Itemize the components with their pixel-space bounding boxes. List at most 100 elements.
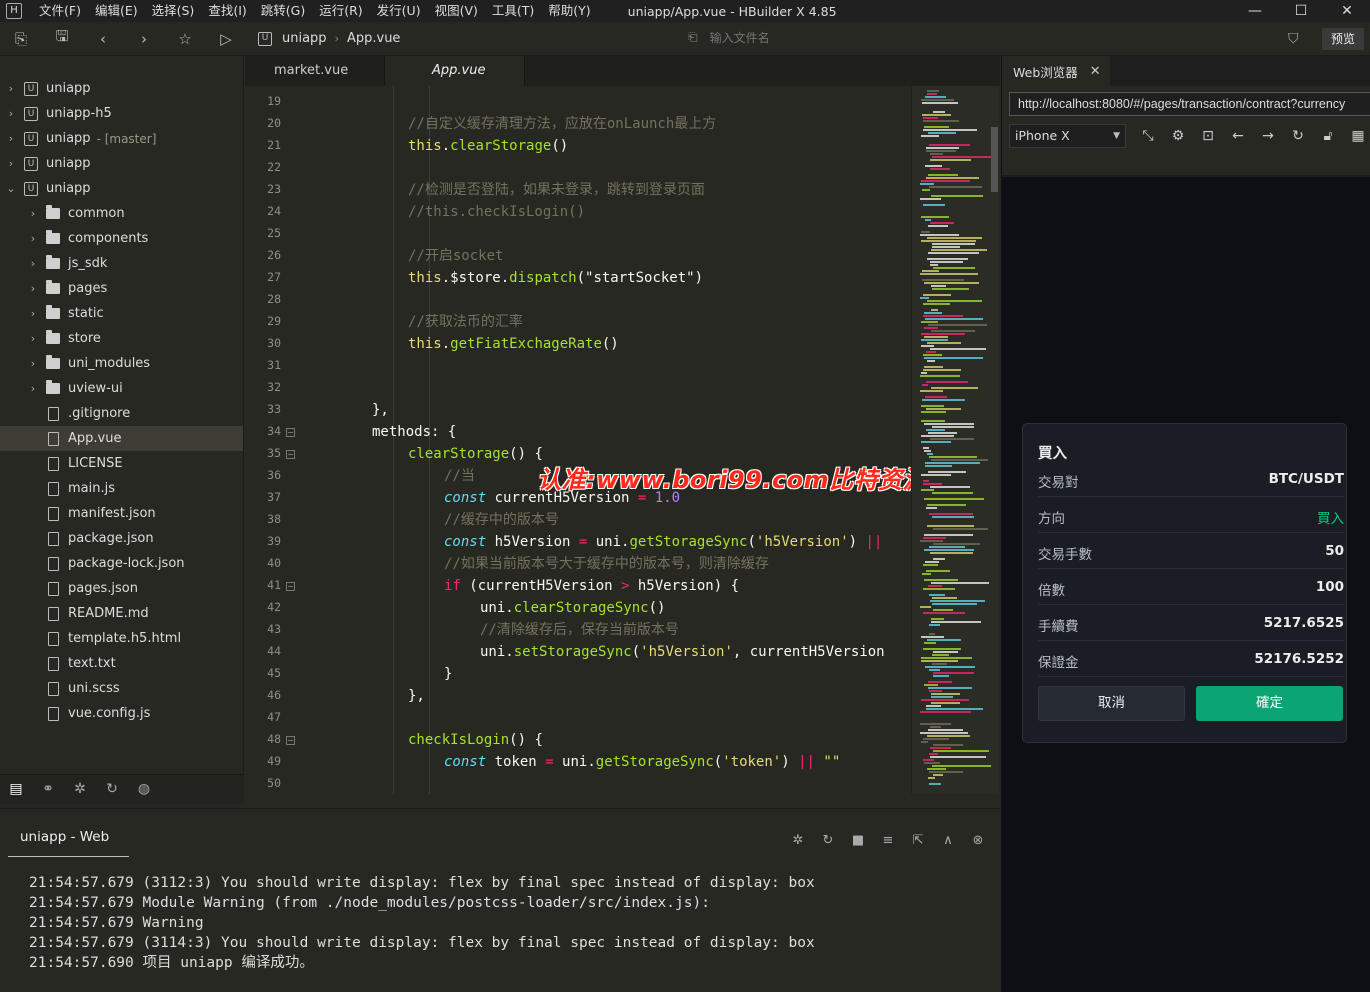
minimize-icon[interactable]: — bbox=[1232, 0, 1278, 22]
plugin-icon[interactable]: ⚭ bbox=[39, 781, 57, 799]
tree-file[interactable]: template.h5.html bbox=[0, 626, 243, 651]
fold-toggle-icon[interactable]: − bbox=[286, 736, 295, 745]
preview-button[interactable]: 预览 bbox=[1322, 28, 1364, 50]
menu-item[interactable]: 查找(I) bbox=[201, 0, 253, 22]
settings-icon[interactable]: ⚙ bbox=[1168, 126, 1188, 146]
tree-file[interactable]: main.js bbox=[0, 476, 243, 501]
maximize-icon[interactable]: ☐ bbox=[1278, 0, 1324, 22]
tree-folder[interactable]: › store bbox=[0, 326, 243, 351]
chevron-right-icon[interactable]: › bbox=[26, 332, 40, 345]
rotate-icon[interactable]: ⤡ bbox=[1138, 126, 1158, 146]
tree-file[interactable]: manifest.json bbox=[0, 501, 243, 526]
chevron-right-icon[interactable]: › bbox=[4, 107, 18, 120]
console-tab[interactable]: uniapp - Web bbox=[8, 829, 129, 857]
back-icon[interactable]: ← bbox=[1228, 126, 1248, 146]
chevron-right-icon[interactable]: › bbox=[4, 157, 18, 170]
devtools-icon[interactable]: ⊡ bbox=[1198, 126, 1218, 146]
editor-tab[interactable]: market.vue bbox=[245, 56, 385, 86]
chevron-right-icon[interactable]: › bbox=[26, 357, 40, 370]
code-area[interactable]: 认准:www.bori99.com比特资源网 //自定义缓存清理方法，应放在on… bbox=[301, 86, 911, 794]
tree-project[interactable]: › Uuniapp-h5 bbox=[0, 101, 243, 126]
cloud-icon[interactable]: ◍ bbox=[135, 781, 153, 799]
chevron-right-icon[interactable]: › bbox=[26, 282, 40, 295]
tree-file[interactable]: package.json bbox=[0, 526, 243, 551]
chevron-right-icon[interactable]: › bbox=[26, 307, 40, 320]
menu-item[interactable]: 编辑(E) bbox=[88, 0, 145, 22]
breadcrumb-project[interactable]: uniapp bbox=[282, 31, 327, 46]
menu-item[interactable]: 选择(S) bbox=[145, 0, 202, 22]
tree-folder[interactable]: › uview-ui bbox=[0, 376, 243, 401]
tree-file[interactable]: text.txt bbox=[0, 651, 243, 676]
tree-project[interactable]: › Uuniapp bbox=[0, 76, 243, 101]
fold-toggle-icon[interactable]: − bbox=[286, 582, 295, 591]
chevron-right-icon[interactable]: › bbox=[26, 232, 40, 245]
tree-project[interactable]: › Uuniapp bbox=[0, 151, 243, 176]
forward-icon[interactable]: › bbox=[134, 29, 154, 49]
menu-item[interactable]: 文件(F) bbox=[32, 0, 88, 22]
tree-folder[interactable]: › uni_modules bbox=[0, 351, 243, 376]
cancel-button[interactable]: 取消 bbox=[1038, 686, 1185, 721]
confirm-button[interactable]: 確定 bbox=[1196, 686, 1343, 721]
open-external-icon[interactable]: ⇱ bbox=[908, 833, 928, 848]
back-icon[interactable]: ‹ bbox=[93, 29, 113, 49]
clear-icon[interactable]: ⊗ bbox=[968, 833, 988, 848]
fold-toggle-icon[interactable]: − bbox=[286, 428, 295, 437]
close-icon[interactable]: ✕ bbox=[1324, 0, 1370, 22]
tree-file[interactable]: uni.scss bbox=[0, 676, 243, 701]
tree-file[interactable]: LICENSE bbox=[0, 451, 243, 476]
tree-file[interactable]: README.md bbox=[0, 601, 243, 626]
chevron-right-icon[interactable]: › bbox=[4, 82, 18, 95]
source-control-icon[interactable]: ↻ bbox=[103, 781, 121, 799]
tree-folder[interactable]: › static bbox=[0, 301, 243, 326]
menu-item[interactable]: 发行(U) bbox=[370, 0, 428, 22]
editor-tab[interactable]: App.vue bbox=[385, 56, 525, 86]
minimap[interactable] bbox=[911, 86, 999, 794]
filter-icon[interactable]: ⛉ bbox=[1288, 31, 1299, 47]
lock-icon[interactable]: 🔓︎ bbox=[1318, 126, 1338, 146]
project-manager-icon[interactable]: ▤ bbox=[7, 781, 25, 799]
save-icon[interactable]: 🖫 bbox=[52, 27, 72, 49]
star-icon[interactable]: ☆ bbox=[175, 29, 195, 49]
url-input[interactable]: http://localhost:8080/#/pages/transactio… bbox=[1009, 92, 1370, 116]
code-editor[interactable]: 19 20 21 22 23 24 25 26 27 28 29 30 31 32 33 34−35−36 37… bbox=[245, 86, 1000, 794]
browser-tab[interactable]: Web浏览器 ✕ bbox=[1002, 56, 1110, 86]
fold-toggle-icon[interactable]: − bbox=[286, 450, 295, 459]
tree-file[interactable]: package-lock.json bbox=[0, 551, 243, 576]
tree-file[interactable]: vue.config.js bbox=[0, 701, 243, 726]
file-search-input[interactable] bbox=[709, 30, 910, 45]
chevron-right-icon[interactable]: › bbox=[26, 382, 40, 395]
new-file-icon[interactable]: ⎘ bbox=[11, 29, 31, 49]
tree-file[interactable]: .gitignore bbox=[0, 401, 243, 426]
menu-item[interactable]: 运行(R) bbox=[312, 0, 369, 22]
qrcode-icon[interactable]: ▦ bbox=[1348, 126, 1368, 146]
chevron-right-icon[interactable]: › bbox=[26, 257, 40, 270]
menu-item[interactable]: 工具(T) bbox=[485, 0, 541, 22]
run-icon[interactable]: ▷ bbox=[216, 29, 236, 49]
chevron-down-icon[interactable]: ⌄ bbox=[4, 182, 18, 195]
tree-file[interactable]: pages.json bbox=[0, 576, 243, 601]
chevron-right-icon[interactable]: › bbox=[4, 132, 18, 145]
collapse-icon[interactable]: ∧ bbox=[938, 833, 958, 848]
stop-icon[interactable]: ■ bbox=[848, 833, 868, 848]
restart-icon[interactable]: ↻ bbox=[818, 833, 838, 848]
tree-file[interactable]: App.vue bbox=[0, 426, 243, 451]
chevron-right-icon[interactable]: › bbox=[26, 207, 40, 220]
tree-folder[interactable]: › js_sdk bbox=[0, 251, 243, 276]
tree-folder[interactable]: › common bbox=[0, 201, 243, 226]
menu-item[interactable]: 帮助(Y) bbox=[541, 0, 597, 22]
close-icon[interactable]: ✕ bbox=[1090, 64, 1101, 79]
debug-icon[interactable]: ✲ bbox=[71, 781, 89, 799]
tree-project[interactable]: › Uuniapp - [master] bbox=[0, 126, 243, 151]
breadcrumb-file[interactable]: App.vue bbox=[347, 31, 400, 46]
tree-folder[interactable]: › components bbox=[0, 226, 243, 251]
menu-item[interactable]: 视图(V) bbox=[428, 0, 485, 22]
vertical-scrollbar[interactable] bbox=[991, 127, 998, 192]
forward-icon[interactable]: → bbox=[1258, 126, 1278, 146]
tree-project[interactable]: ⌄ Uuniapp bbox=[0, 176, 243, 201]
tree-folder[interactable]: › pages bbox=[0, 276, 243, 301]
menu-item[interactable]: 跳转(G) bbox=[254, 0, 312, 22]
refresh-icon[interactable]: ↻ bbox=[1288, 126, 1308, 146]
debug-icon[interactable]: ✲ bbox=[788, 833, 808, 848]
device-select[interactable]: iPhone X ▼ bbox=[1009, 124, 1126, 148]
filter-log-icon[interactable]: ≡ bbox=[878, 833, 898, 848]
